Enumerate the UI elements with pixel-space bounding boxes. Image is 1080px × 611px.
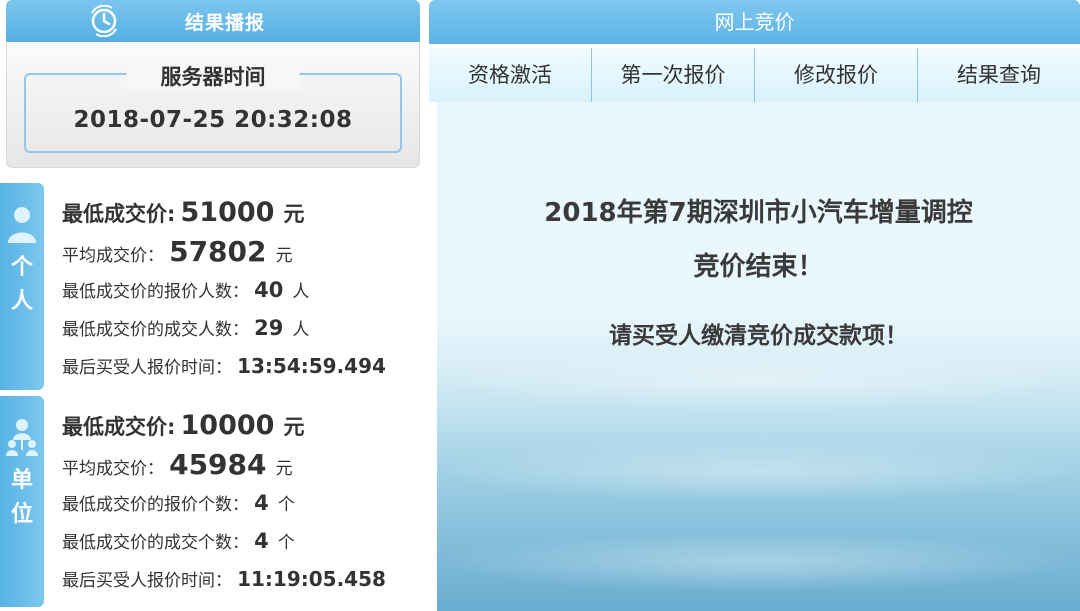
sea-wave-decoration	[437, 442, 1080, 502]
person-deal-count-label: 最低成交价的成交人数：	[62, 320, 249, 340]
server-time-box: 服务器时间 2018-07-25 20:32:08	[24, 61, 402, 153]
person-min-price-value: 51000	[180, 197, 275, 228]
unit-deal-count-value: 4	[254, 529, 269, 553]
bidding-content-area: 2018年第7期深圳市小汽车增量调控 竞价结束！ 请买受人缴清竞价成交款项！	[437, 102, 1080, 611]
person-tab-char-1: 个	[10, 255, 33, 280]
unit-deal-count-label: 最低成交价的成交个数：	[62, 533, 249, 553]
unit-deal-count-row: 最低成交价的成交个数： 4 个	[62, 522, 422, 560]
unit-bid-count-unit: 个	[277, 495, 295, 515]
bidding-tabs: 资格激活 第一次报价 修改报价 结果查询	[429, 48, 1080, 102]
person-bid-count-unit: 人	[292, 282, 310, 302]
unit-avg-price-unit: 元	[275, 459, 293, 479]
tab-modify-bid[interactable]: 修改报价	[755, 48, 918, 102]
unit-bid-count-row: 最低成交价的报价个数： 4 个	[62, 484, 422, 522]
person-deal-count-value: 29	[254, 316, 284, 340]
sea-wave-decoration	[437, 532, 1080, 592]
person-bid-count-value: 40	[254, 278, 284, 302]
person-result-section: 个 人 最低成交价: 51000 元 平均成交价： 57802 元 最低成交价的…	[0, 183, 422, 390]
server-time-panel: 服务器时间 2018-07-25 20:32:08	[6, 42, 420, 168]
auction-title-line: 2018年第7期深圳市小汽车增量调控	[544, 198, 973, 228]
unit-last-time-value: 11:19:05.458	[237, 567, 386, 591]
person-avg-price-value: 57802	[169, 235, 267, 268]
unit-result-section: 单 位 最低成交价: 10000 元 平均成交价： 45984 元 最低成交价的…	[0, 396, 422, 607]
unit-last-time-label: 最后买受人报价时间：	[62, 571, 232, 591]
unit-avg-price-row: 平均成交价： 45984 元	[62, 446, 422, 484]
person-deal-count-row: 最低成交价的成交人数： 29 人	[62, 309, 422, 347]
unit-tab-label: 单 位	[11, 464, 33, 532]
tab-first-bid[interactable]: 第一次报价	[592, 48, 755, 102]
person-min-price-unit: 元	[283, 202, 305, 226]
person-last-time-label: 最后买受人报价时间：	[62, 358, 232, 378]
person-tab-char-2: 人	[10, 289, 33, 314]
person-result-lines: 最低成交价: 51000 元 平均成交价： 57802 元 最低成交价的报价人数…	[62, 193, 422, 385]
unit-deal-count-unit: 个	[277, 533, 295, 553]
unit-tab-char-1: 单	[10, 468, 33, 493]
result-broadcast-panel: 结果播报 服务器时间 2018-07-25 20:32:08 个 人 最低成交价…	[0, 0, 422, 611]
unit-min-price-label: 最低成交价:	[62, 415, 176, 439]
person-last-time-value: 13:54:59.494	[237, 354, 386, 378]
person-last-time-row: 最后买受人报价时间： 13:54:59.494	[62, 347, 422, 385]
person-tab[interactable]: 个 人	[0, 183, 44, 390]
person-avg-price-row: 平均成交价： 57802 元	[62, 233, 422, 271]
clock-refresh-icon	[91, 5, 117, 37]
unit-min-price-row: 最低成交价: 10000 元	[62, 406, 422, 446]
server-time-value: 2018-07-25 20:32:08	[73, 107, 353, 133]
unit-min-price-value: 10000	[180, 410, 275, 441]
unit-avg-price-value: 45984	[169, 448, 267, 481]
tab-result-query[interactable]: 结果查询	[918, 48, 1080, 102]
person-avg-price-label: 平均成交价：	[62, 246, 164, 266]
person-min-price-row: 最低成交价: 51000 元	[62, 193, 422, 233]
online-bidding-header: 网上竞价	[429, 0, 1080, 44]
person-min-price-label: 最低成交价:	[62, 202, 176, 226]
auction-ended-line: 竞价结束！	[693, 252, 824, 282]
person-icon	[8, 207, 36, 243]
result-broadcast-title: 结果播报	[184, 11, 265, 34]
person-bid-count-label: 最低成交价的报价人数：	[62, 282, 249, 302]
sea-wave-decoration	[437, 352, 1080, 412]
unit-bid-count-value: 4	[254, 491, 269, 515]
unit-result-lines: 最低成交价: 10000 元 平均成交价： 45984 元 最低成交价的报价个数…	[62, 406, 422, 598]
person-tab-label: 个 人	[11, 251, 33, 319]
unit-bid-count-label: 最低成交价的报价个数：	[62, 495, 249, 515]
unit-tab-char-2: 位	[10, 502, 33, 527]
online-bidding-panel: 网上竞价 资格激活 第一次报价 修改报价 结果查询 2018年第7期深圳市小汽车…	[429, 0, 1080, 611]
tab-qualification-activation[interactable]: 资格激活	[429, 48, 592, 102]
unit-last-time-row: 最后买受人报价时间： 11:19:05.458	[62, 560, 422, 598]
unit-min-price-unit: 元	[283, 415, 305, 439]
result-broadcast-header: 结果播报	[6, 0, 420, 42]
unit-tab[interactable]: 单 位	[0, 396, 44, 607]
person-bid-count-row: 最低成交价的报价人数： 40 人	[62, 271, 422, 309]
server-time-label: 服务器时间	[126, 61, 300, 91]
person-deal-count-unit: 人	[292, 320, 310, 340]
person-avg-price-unit: 元	[275, 246, 293, 266]
payment-notice-line: 请买受人缴清竞价成交款项！	[609, 323, 908, 349]
unit-avg-price-label: 平均成交价：	[62, 459, 164, 479]
organization-icon	[6, 419, 38, 456]
